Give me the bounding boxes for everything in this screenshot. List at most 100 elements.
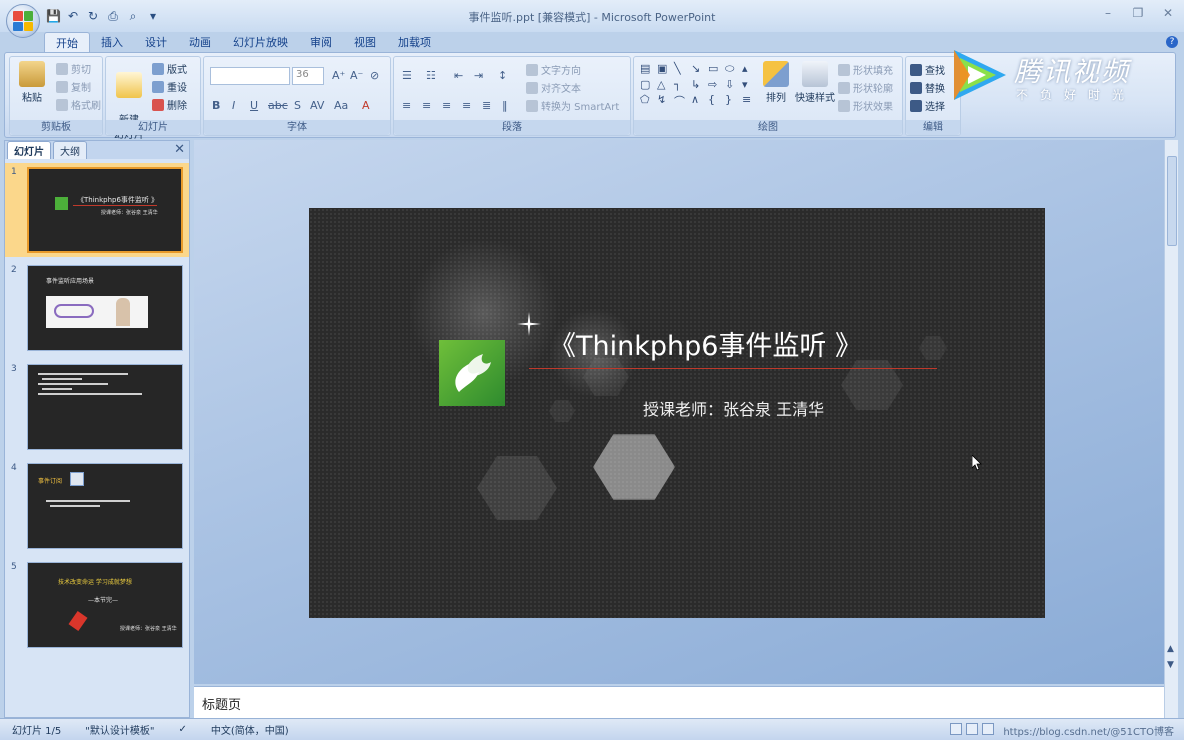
clear-format-icon[interactable]: ⊘ (370, 69, 379, 82)
triangle-shape-icon[interactable]: △ (657, 78, 672, 91)
textbox-shape-icon[interactable]: ▤ (640, 62, 655, 76)
reset-button[interactable]: 重设 (152, 79, 187, 94)
minimize-icon[interactable]: – (1102, 6, 1114, 20)
slideshow-view-icon[interactable] (982, 723, 994, 735)
down-arrow-shape-icon[interactable]: ⇩ (725, 78, 740, 91)
increase-indent-icon[interactable]: ⇥ (474, 69, 483, 82)
elbow-arrow-icon[interactable]: ↳ (691, 78, 706, 91)
decrease-indent-icon[interactable]: ⇤ (454, 69, 463, 82)
pentagon-shape-icon[interactable]: ⬠ (640, 93, 655, 109)
office-button[interactable] (6, 4, 40, 38)
delete-slide-button[interactable]: 删除 (152, 97, 187, 112)
notes-pane[interactable]: 标题页 (194, 686, 1164, 718)
close-icon[interactable]: ✕ (1162, 6, 1174, 20)
shape-effects-button[interactable]: 形状效果 (838, 98, 893, 113)
align-center-icon[interactable]: ≡ (422, 99, 431, 112)
numbering-icon[interactable]: ☷ (426, 69, 436, 82)
align-right-icon[interactable]: ≡ (442, 99, 451, 112)
strikethrough-icon[interactable]: abc (268, 99, 288, 112)
curve-shape-icon[interactable]: ⌒ (674, 93, 689, 109)
picture-shape-icon[interactable]: ▣ (657, 62, 672, 76)
font-size-select[interactable]: 36 (292, 67, 324, 85)
more-shapes-up-icon[interactable]: ▴ (742, 62, 757, 76)
slide-thumbnail[interactable]: 2 事件监听应用场景 (5, 261, 189, 355)
slide-thumbnail[interactable]: 3 (5, 360, 189, 454)
paste-button[interactable]: 粘贴 (14, 61, 50, 104)
grow-font-icon[interactable]: A⁺ (332, 69, 345, 82)
right-arrow-shape-icon[interactable]: ⇨ (708, 78, 723, 91)
shape-outline-button[interactable]: 形状轮廓 (838, 80, 893, 95)
bold-icon[interactable]: B (212, 99, 220, 112)
align-text-button[interactable]: 对齐文本 (526, 80, 581, 95)
right-brace-shape-icon[interactable]: } (725, 93, 740, 109)
elbow-connector-icon[interactable]: ┐ (674, 78, 689, 91)
shapes-gallery-expand-icon[interactable]: ≡ (742, 93, 757, 109)
find-button[interactable]: 查找 (910, 62, 945, 77)
current-slide[interactable]: 《Thinkphp6事件监听 》 授课老师：张谷泉 王清华 (309, 208, 1045, 618)
tab-view[interactable]: 视图 (343, 32, 387, 52)
tab-design[interactable]: 设计 (134, 32, 178, 52)
quick-styles-button[interactable]: 快速样式 (794, 61, 836, 104)
line-spacing-icon[interactable]: ↕ (498, 69, 507, 82)
arrow-line-shape-icon[interactable]: ↘ (691, 62, 706, 76)
slide-subtitle[interactable]: 授课老师：张谷泉 王清华 (643, 396, 824, 420)
bullets-icon[interactable]: ☰ (402, 69, 412, 82)
tab-slides[interactable]: 幻灯片 (7, 141, 51, 159)
language-status[interactable]: 中文(简体，中国) (199, 722, 301, 737)
freeform-shape-icon[interactable]: ∧ (691, 93, 706, 109)
left-brace-shape-icon[interactable]: { (708, 93, 723, 109)
more-shapes-down-icon[interactable]: ▾ (742, 78, 757, 91)
slide-thumbnail[interactable]: 5 技术改变命运 学习成就梦想 —本节完— 授课老师：张谷泉 王清华 (5, 558, 189, 652)
shadow-icon[interactable]: S (294, 99, 301, 112)
tab-review[interactable]: 审阅 (299, 32, 343, 52)
italic-icon[interactable]: I (232, 99, 235, 112)
change-case-icon[interactable]: Aa (334, 99, 348, 112)
tab-insert[interactable]: 插入 (90, 32, 134, 52)
slide-thumbnail[interactable]: 4 事件订阅 (5, 459, 189, 553)
tab-addins[interactable]: 加载项 (387, 32, 442, 52)
replace-button[interactable]: 替换 (910, 80, 945, 95)
prev-slide-icon[interactable]: ▲ (1167, 644, 1174, 654)
shrink-font-icon[interactable]: A⁻ (350, 69, 363, 82)
align-left-icon[interactable]: ≡ (402, 99, 411, 112)
tencent-video-brand: 腾讯视频 (1014, 57, 1130, 88)
oval-shape-icon[interactable]: ⬭ (725, 62, 740, 76)
layout-button[interactable]: 版式 (152, 61, 187, 76)
char-spacing-icon[interactable]: AV (310, 99, 324, 112)
select-button[interactable]: 选择 (910, 98, 945, 113)
slide-thumbnail[interactable]: 1 《Thinkphp6事件监听 》 授课老师：张谷泉 王清华 (5, 163, 189, 257)
rectangle-shape-icon[interactable]: ▭ (708, 62, 723, 76)
help-icon[interactable]: ? (1166, 36, 1178, 48)
shapes-gallery[interactable]: ▤ ▣ ╲ ↘ ▭ ⬭ ▴ ▢ △ ┐ ↳ ⇨ ⇩ ▾ ⬠ ↯ ⌒ ∧ { } … (640, 62, 757, 109)
tab-home[interactable]: 开始 (44, 32, 90, 52)
lightning-shape-icon[interactable]: ↯ (657, 93, 672, 109)
tab-animations[interactable]: 动画 (178, 32, 222, 52)
text-direction-button[interactable]: 文字方向 (526, 62, 581, 77)
columns-icon[interactable]: ‖ (502, 99, 508, 112)
scrollbar-thumb[interactable] (1167, 156, 1177, 246)
slide-sorter-view-icon[interactable] (966, 723, 978, 735)
justify-icon[interactable]: ≡ (462, 99, 471, 112)
spellcheck-icon[interactable]: ✓ (166, 724, 198, 735)
close-panel-icon[interactable]: ✕ (174, 142, 185, 157)
format-painter-button[interactable]: 格式刷 (56, 97, 101, 112)
smartart-button[interactable]: 转换为 SmartArt (526, 98, 619, 113)
normal-view-icon[interactable] (950, 723, 962, 735)
tab-outline[interactable]: 大纲 (53, 141, 87, 159)
shape-fill-button[interactable]: 形状填充 (838, 62, 893, 77)
tab-slideshow[interactable]: 幻灯片放映 (222, 32, 299, 52)
thumb-logo-icon (55, 197, 68, 210)
vertical-scrollbar[interactable]: ▲ ▼ (1164, 140, 1178, 718)
font-color-icon[interactable]: A (362, 99, 370, 112)
font-name-select[interactable] (210, 67, 290, 85)
rounded-rect-shape-icon[interactable]: ▢ (640, 78, 655, 91)
arrange-button[interactable]: 排列 (758, 61, 794, 104)
underline-icon[interactable]: U (250, 99, 258, 112)
cut-button[interactable]: 剪切 (56, 61, 91, 76)
restore-icon[interactable]: ❐ (1132, 6, 1144, 20)
copy-button[interactable]: 复制 (56, 79, 91, 94)
line-shape-icon[interactable]: ╲ (674, 62, 689, 76)
slide-title[interactable]: 《Thinkphp6事件监听 》 (549, 324, 862, 363)
distribute-icon[interactable]: ≣ (482, 99, 491, 112)
next-slide-icon[interactable]: ▼ (1167, 660, 1174, 670)
